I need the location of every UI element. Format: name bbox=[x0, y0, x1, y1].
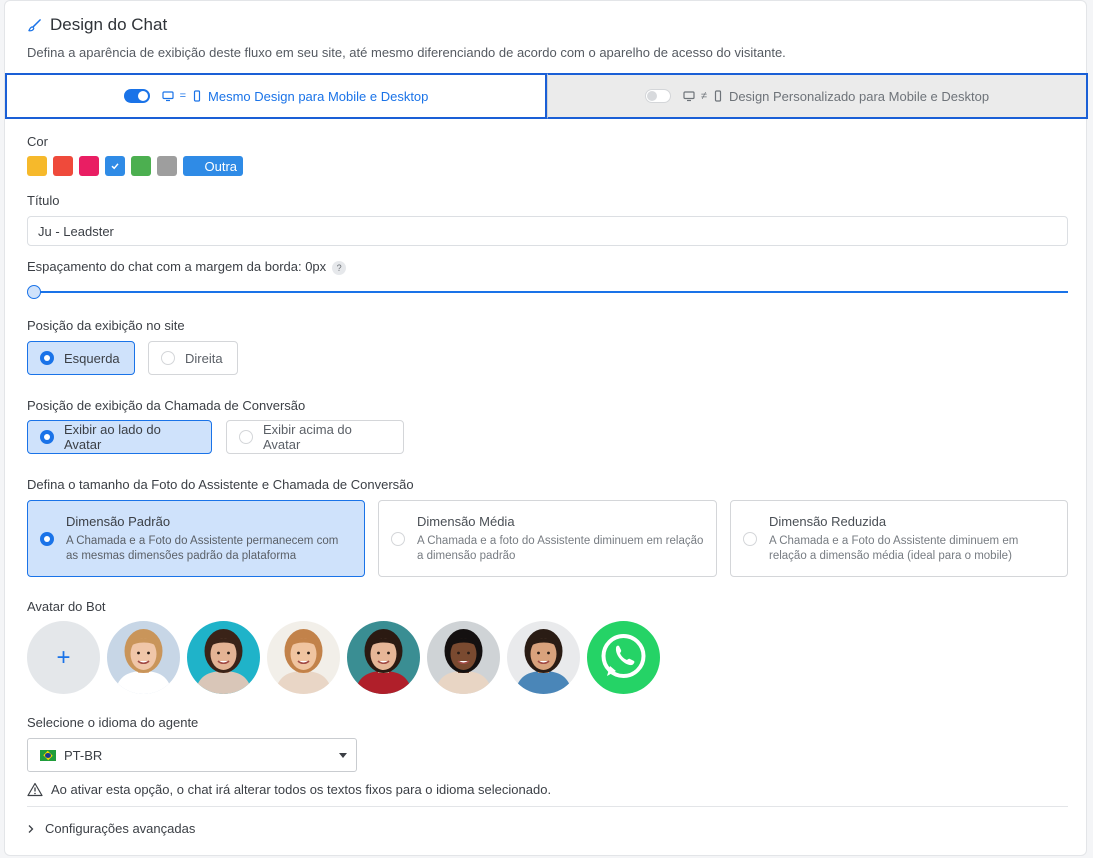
page-title: Design do Chat bbox=[50, 15, 168, 34]
device-mode-tabs: = Mesmo Design para Mobile e Desktop ≠ D… bbox=[5, 73, 1088, 119]
page-subtitle: Defina a aparência de exibição deste flu… bbox=[27, 45, 786, 60]
color-swatch-blue[interactable] bbox=[105, 156, 125, 176]
check-icon bbox=[111, 163, 119, 170]
avatar-woman-blonde[interactable] bbox=[107, 621, 180, 694]
spacing-slider-track[interactable] bbox=[33, 291, 1068, 293]
color-swatch-green[interactable] bbox=[131, 156, 151, 176]
desktop-icon bbox=[161, 91, 174, 102]
advanced-settings-toggle[interactable]: Configurações avançadas bbox=[27, 821, 195, 836]
radio-unselected bbox=[239, 430, 253, 444]
radio-unselected bbox=[391, 531, 405, 546]
language-select[interactable]: PT-BR bbox=[27, 738, 357, 772]
avatar-man-beard[interactable] bbox=[507, 621, 580, 694]
help-icon[interactable]: ? bbox=[332, 260, 347, 275]
position-option-right[interactable]: Direita bbox=[148, 341, 238, 375]
avatar-woman-curly[interactable] bbox=[427, 621, 500, 694]
avatar-photo bbox=[195, 629, 252, 694]
position-option-label: Direita bbox=[185, 350, 223, 366]
radio-unselected bbox=[161, 351, 175, 365]
avatar-whatsapp[interactable] bbox=[587, 621, 660, 694]
call-position-option-label: Exibir ao lado do Avatar bbox=[64, 422, 161, 452]
color-swatch-gray[interactable] bbox=[157, 156, 177, 176]
size-option-title: Dimensão Reduzida bbox=[769, 513, 887, 529]
spacing-label-row: Espaçamento do chat com a margem da bord… bbox=[27, 259, 347, 275]
tab-custom-design[interactable]: ≠ Design Personalizado para Mobile e Des… bbox=[547, 73, 1088, 119]
size-label: Defina o tamanho da Foto do Assistente e… bbox=[27, 477, 414, 492]
size-option-default[interactable]: Dimensão Padrão A Chamada e a Foto do As… bbox=[27, 500, 365, 577]
avatar-photo bbox=[435, 629, 492, 694]
color-label: Cor bbox=[27, 134, 48, 149]
language-select-value: PT-BR bbox=[64, 747, 103, 763]
call-position-label: Posição de exibição da Chamada de Conver… bbox=[27, 398, 306, 413]
add-avatar-button[interactable]: + bbox=[27, 621, 100, 694]
color-swatches: Outra bbox=[27, 156, 243, 176]
tab-same-design-label: Mesmo Design para Mobile e Desktop bbox=[208, 88, 429, 104]
size-option-desc: A Chamada e a Foto do Assistente permane… bbox=[66, 534, 339, 562]
same-design-toggle[interactable] bbox=[123, 89, 150, 103]
size-option-medium[interactable]: Dimensão Média A Chamada e a foto do Ass… bbox=[378, 500, 717, 577]
size-option-reduced[interactable]: Dimensão Reduzida A Chamada e a Foto do … bbox=[730, 500, 1068, 577]
spacing-label: Espaçamento do chat com a margem da bord… bbox=[27, 259, 327, 274]
divider bbox=[27, 806, 1068, 807]
chevron-right-icon bbox=[28, 824, 34, 833]
custom-design-toggle[interactable] bbox=[644, 89, 671, 103]
desktop-icon bbox=[683, 91, 695, 102]
color-swatch-pink[interactable] bbox=[79, 156, 99, 176]
title-input[interactable]: Ju - Leadster bbox=[27, 216, 1068, 246]
avatar-photo bbox=[275, 629, 332, 694]
size-option-desc: A Chamada e a Foto do Assistente diminue… bbox=[769, 534, 1019, 562]
avatar-woman-redhead[interactable] bbox=[267, 621, 340, 694]
whatsapp-icon bbox=[601, 634, 646, 678]
call-position-option-label: Exibir acima do Avatar bbox=[263, 422, 352, 452]
language-warning: Ao ativar esta opção, o chat irá alterar… bbox=[27, 782, 551, 797]
chat-design-card: Design do Chat Defina a aparência de exi… bbox=[4, 0, 1088, 856]
warning-text: Ao ativar esta opção, o chat irá alterar… bbox=[51, 782, 552, 797]
position-option-label: Esquerda bbox=[64, 350, 120, 366]
radio-selected bbox=[40, 531, 54, 546]
size-option-title: Dimensão Média bbox=[417, 513, 515, 529]
size-option-desc: A Chamada e a foto do Assistente diminue… bbox=[417, 534, 704, 562]
mobile-icon bbox=[714, 90, 722, 102]
advanced-settings-label: Configurações avançadas bbox=[45, 821, 196, 836]
tab-same-design[interactable]: = Mesmo Design para Mobile e Desktop bbox=[5, 73, 547, 119]
avatar-photo bbox=[515, 629, 572, 694]
radio-selected bbox=[40, 351, 54, 365]
radio-unselected bbox=[743, 531, 757, 546]
brush-icon bbox=[28, 18, 41, 31]
size-option-title: Dimensão Padrão bbox=[66, 513, 171, 529]
equals-symbol: = bbox=[179, 90, 187, 102]
caret-down-icon bbox=[339, 753, 347, 758]
avatar-label: Avatar do Bot bbox=[27, 599, 106, 614]
avatar-woman-brunette[interactable] bbox=[347, 621, 420, 694]
language-label: Selecione o idioma do agente bbox=[27, 715, 199, 730]
spacing-slider-thumb[interactable] bbox=[27, 285, 41, 299]
avatar-list: + bbox=[27, 621, 660, 694]
avatar-photo bbox=[355, 629, 412, 694]
not-equal-symbol: ≠ bbox=[700, 90, 707, 102]
mobile-icon bbox=[193, 90, 201, 102]
color-other-button[interactable]: Outra bbox=[183, 156, 243, 176]
title-label: Título bbox=[27, 193, 60, 208]
call-position-option-above[interactable]: Exibir acima do Avatar bbox=[226, 420, 404, 454]
position-label: Posição da exibição no site bbox=[27, 318, 185, 333]
avatar-woman-glasses[interactable] bbox=[187, 621, 260, 694]
color-swatch-red[interactable] bbox=[53, 156, 73, 176]
radio-selected bbox=[40, 430, 54, 444]
tab-custom-design-label: Design Personalizado para Mobile e Deskt… bbox=[728, 88, 990, 104]
color-swatch-yellow[interactable] bbox=[27, 156, 47, 176]
section-header: Design do Chat bbox=[27, 15, 167, 35]
avatar-photo bbox=[115, 629, 172, 694]
brazil-flag-icon bbox=[40, 749, 56, 761]
call-position-option-side[interactable]: Exibir ao lado do Avatar bbox=[27, 420, 212, 454]
position-option-left[interactable]: Esquerda bbox=[27, 341, 135, 375]
warning-icon bbox=[27, 782, 43, 797]
